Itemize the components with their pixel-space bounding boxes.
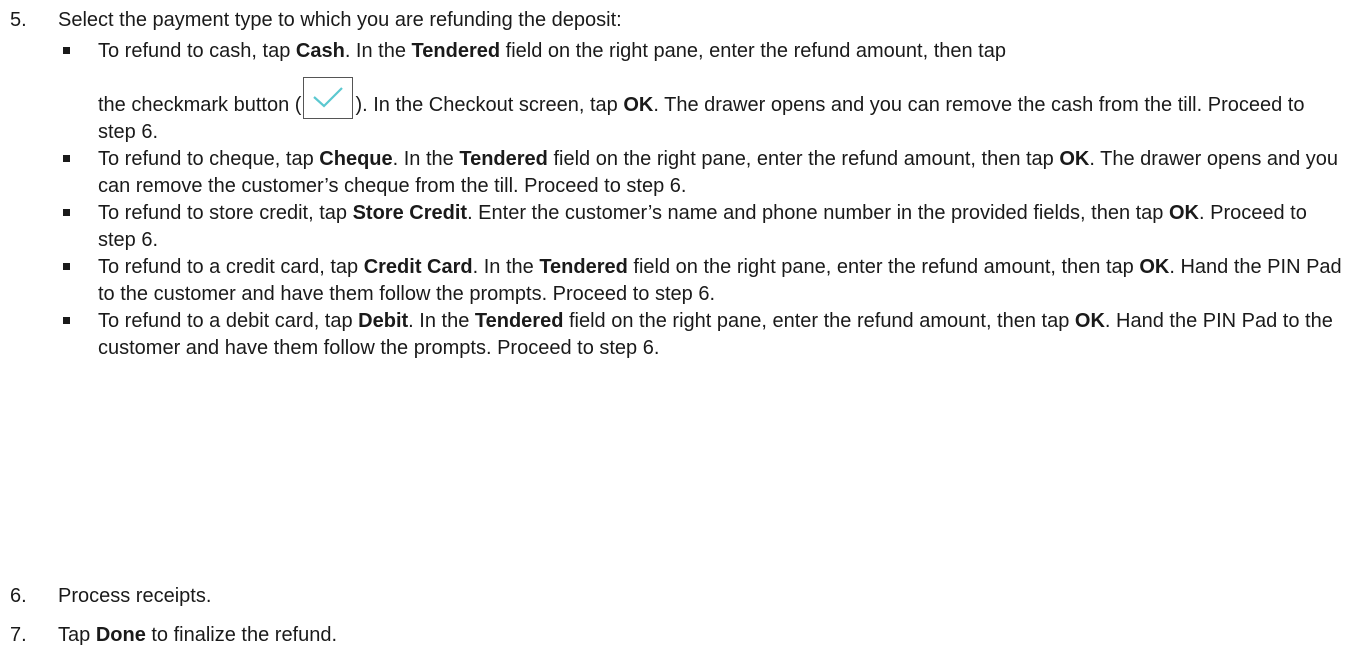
checkmark-button-image	[303, 77, 354, 119]
list-item-credit-card: To refund to a credit card, tap Credit C…	[62, 254, 1342, 308]
term-done: Done	[95, 624, 146, 646]
term-tendered: Tendered	[539, 256, 628, 278]
step-number: 7.	[10, 624, 27, 646]
step-number: 6.	[10, 585, 27, 607]
term-credit-card: Credit Card	[363, 256, 473, 278]
bullet-icon	[63, 317, 70, 324]
step-number: 5.	[10, 9, 27, 31]
bullet-icon	[63, 209, 70, 216]
list-item-cheque: To refund to cheque, tap Cheque. In the …	[62, 146, 1342, 200]
step-6: 6. Process receipts.	[10, 583, 211, 610]
bullet-icon	[63, 47, 70, 54]
list-item-debit: To refund to a debit card, tap Debit. In…	[62, 308, 1342, 362]
step-text: Process receipts.	[58, 585, 212, 607]
list-item-store-credit: To refund to store credit, tap Store Cre…	[62, 200, 1342, 254]
term-tendered: Tendered	[459, 148, 548, 170]
term-store-credit: Store Credit	[352, 202, 468, 224]
term-tendered: Tendered	[474, 310, 564, 332]
bullet-icon	[63, 263, 70, 270]
term-ok: OK	[1074, 310, 1105, 332]
step-text: Select the payment type to which you are…	[58, 9, 622, 31]
step-5: 5. Select the payment type to which you …	[10, 7, 622, 34]
payment-type-list: To refund to cash, tap Cash. In the Tend…	[62, 38, 1342, 362]
term-ok: OK	[623, 94, 654, 116]
term-ok: OK	[1139, 256, 1170, 278]
term-cash: Cash	[295, 40, 345, 62]
list-item-cash: To refund to cash, tap Cash. In the Tend…	[62, 38, 1342, 146]
term-cheque: Cheque	[319, 148, 393, 170]
step-text: Tap Done to finalize the refund.	[58, 624, 338, 646]
term-ok: OK	[1168, 202, 1199, 224]
term-debit: Debit	[358, 310, 409, 332]
step-7: 7. Tap Done to finalize the refund.	[10, 622, 337, 649]
term-ok: OK	[1059, 148, 1090, 170]
document-page: 5. Select the payment type to which you …	[0, 0, 1353, 651]
bullet-icon	[63, 155, 70, 162]
checkmark-icon	[313, 87, 344, 108]
term-tendered: Tendered	[411, 40, 501, 62]
